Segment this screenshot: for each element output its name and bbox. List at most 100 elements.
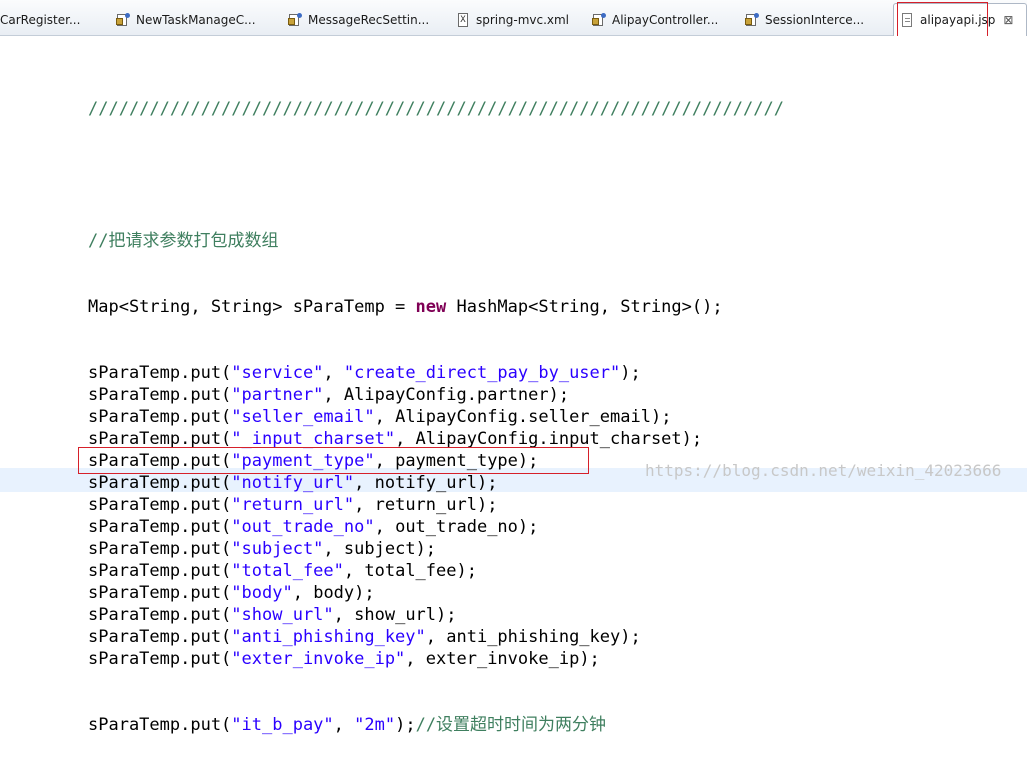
put-key: "payment_type" [231, 451, 375, 471]
new-keyword: new [415, 297, 447, 317]
code-line-put: sParaTemp.put("service", "create_direct_… [88, 362, 784, 384]
tab-label: CarRegister... [0, 12, 81, 27]
java-class-icon [592, 12, 606, 27]
put-prefix: sParaTemp.put( [88, 473, 232, 493]
put-key: "subject" [231, 539, 324, 559]
separator-comment: ////////////////////////////////////////… [88, 99, 784, 119]
map-decl-prefix: Map<String, String> sParaTemp = [88, 297, 416, 317]
put-sep: , [354, 473, 375, 493]
tab-spring-mvc-xml[interactable]: X spring-mvc.xml [456, 6, 569, 33]
java-class-icon [116, 12, 130, 27]
put-end: ); [395, 715, 416, 735]
put-end: ); [436, 605, 457, 625]
put-end: ); [681, 429, 703, 449]
put-value: exter_invoke_ip [425, 649, 580, 669]
put-end: ); [620, 363, 641, 383]
map-decl-suffix: HashMap<String, String>(); [446, 297, 723, 317]
code-line-put: sParaTemp.put("seller_email", AlipayConf… [88, 406, 784, 428]
put-value: AlipayConfig.seller_email [395, 407, 651, 427]
put-key: "seller_email" [231, 407, 375, 427]
put-key: "exter_invoke_ip" [231, 649, 406, 669]
editor-tab-bar: CarRegister... NewTaskManageC... Message… [0, 0, 1027, 36]
put-sep: , [374, 517, 396, 537]
xml-file-icon: X [456, 12, 470, 27]
put-sep: , [323, 363, 344, 383]
close-icon[interactable]: ⊠ [1003, 13, 1013, 27]
put-prefix: sParaTemp.put( [88, 715, 232, 735]
put-key: "_input_charset" [231, 429, 396, 449]
put-value: "2m" [354, 715, 396, 735]
put-prefix: sParaTemp.put( [88, 429, 232, 449]
put-prefix: sParaTemp.put( [88, 363, 232, 383]
put-key: "anti_phishing_key" [231, 627, 426, 647]
tab-label: spring-mvc.xml [476, 12, 570, 27]
code-line: //把请求参数打包成数组 [88, 230, 784, 252]
put-key: "body" [231, 583, 293, 603]
put-sep: , [333, 605, 355, 625]
pack-comment: //把请求参数打包成数组 [88, 231, 279, 251]
java-class-icon [745, 12, 759, 27]
tab-messagerecsetting[interactable]: MessageRecSettin... [288, 6, 429, 33]
put-key: "out_trade_no" [231, 517, 375, 537]
put-end: ); [620, 627, 641, 647]
code-line-put: sParaTemp.put("partner", AlipayConfig.pa… [88, 384, 784, 406]
put-sep: , [292, 583, 314, 603]
code-line-put: sParaTemp.put("subject", subject); [88, 538, 784, 560]
code-line-put: sParaTemp.put("total_fee", total_fee); [88, 560, 784, 582]
put-value: AlipayConfig.input_charset [415, 429, 682, 449]
code-line-put: sParaTemp.put("return_url", return_url); [88, 494, 784, 516]
put-prefix: sParaTemp.put( [88, 451, 232, 471]
put-prefix: sParaTemp.put( [88, 561, 232, 581]
code-line-put: sParaTemp.put("exter_invoke_ip", exter_i… [88, 648, 784, 670]
put-value: "create_direct_pay_by_user" [343, 363, 621, 383]
code-line: Map<String, String> sParaTemp = new Hash… [88, 296, 784, 318]
put-sep: , [323, 539, 344, 559]
put-sep: , [395, 429, 416, 449]
put-end: ); [476, 473, 498, 493]
put-value: subject [343, 539, 416, 559]
put-end: ); [354, 583, 375, 603]
put-key: "show_url" [231, 605, 334, 625]
put-end: ); [579, 649, 600, 669]
put-end: ); [456, 561, 477, 581]
put-prefix: sParaTemp.put( [88, 583, 232, 603]
tab-label: AlipayController... [612, 12, 719, 27]
code-line-put: sParaTemp.put("out_trade_no", out_trade_… [88, 516, 784, 538]
put-prefix: sParaTemp.put( [88, 517, 232, 537]
code-line-last-put: sParaTemp.put("it_b_pay", "2m");//设置超时时间… [88, 714, 784, 736]
put-key: "return_url" [231, 495, 355, 515]
tab-carregister[interactable]: CarRegister... [0, 6, 80, 33]
code-content[interactable]: ////////////////////////////////////////… [88, 54, 784, 780]
put-end: ); [517, 451, 539, 471]
put-sep: , [354, 495, 375, 515]
put-sep: , [425, 627, 447, 647]
put-key: "notify_url" [231, 473, 355, 493]
put-end: ); [650, 407, 672, 427]
put-key: "total_fee" [231, 561, 344, 581]
put-sep: , [343, 561, 365, 581]
tab-alipayapi-jsp[interactable]: alipayapi.jsp ⊠ [893, 3, 1027, 36]
put-end: ); [415, 539, 437, 559]
put-value: show_url [354, 605, 437, 625]
put-value: return_url [374, 495, 477, 515]
tab-sessioninterceptor[interactable]: SessionInterce... [745, 6, 864, 33]
put-sep: , [374, 407, 396, 427]
put-prefix: sParaTemp.put( [88, 495, 232, 515]
tab-label: alipayapi.jsp [920, 13, 996, 27]
put-sep: , [405, 649, 426, 669]
xml-icon-glyph: X [458, 12, 468, 27]
watermark: https://blog.csdn.net/weixin_42023666 [645, 461, 1002, 480]
put-prefix: sParaTemp.put( [88, 385, 232, 405]
tab-label: NewTaskManageC... [136, 12, 256, 27]
code-line-put: sParaTemp.put("anti_phishing_key", anti_… [88, 626, 784, 648]
put-value: anti_phishing_key [446, 627, 621, 647]
put-sep: , [374, 451, 396, 471]
jsp-file-icon [900, 13, 914, 27]
put-end: ); [548, 385, 570, 405]
put-value: payment_type [395, 451, 518, 471]
tab-label: SessionInterce... [765, 12, 865, 27]
code-editor[interactable]: ////////////////////////////////////////… [0, 36, 1027, 735]
tab-alipaycontroller[interactable]: AlipayController... [592, 6, 718, 33]
tab-newtaskmanage[interactable]: NewTaskManageC... [116, 6, 256, 33]
